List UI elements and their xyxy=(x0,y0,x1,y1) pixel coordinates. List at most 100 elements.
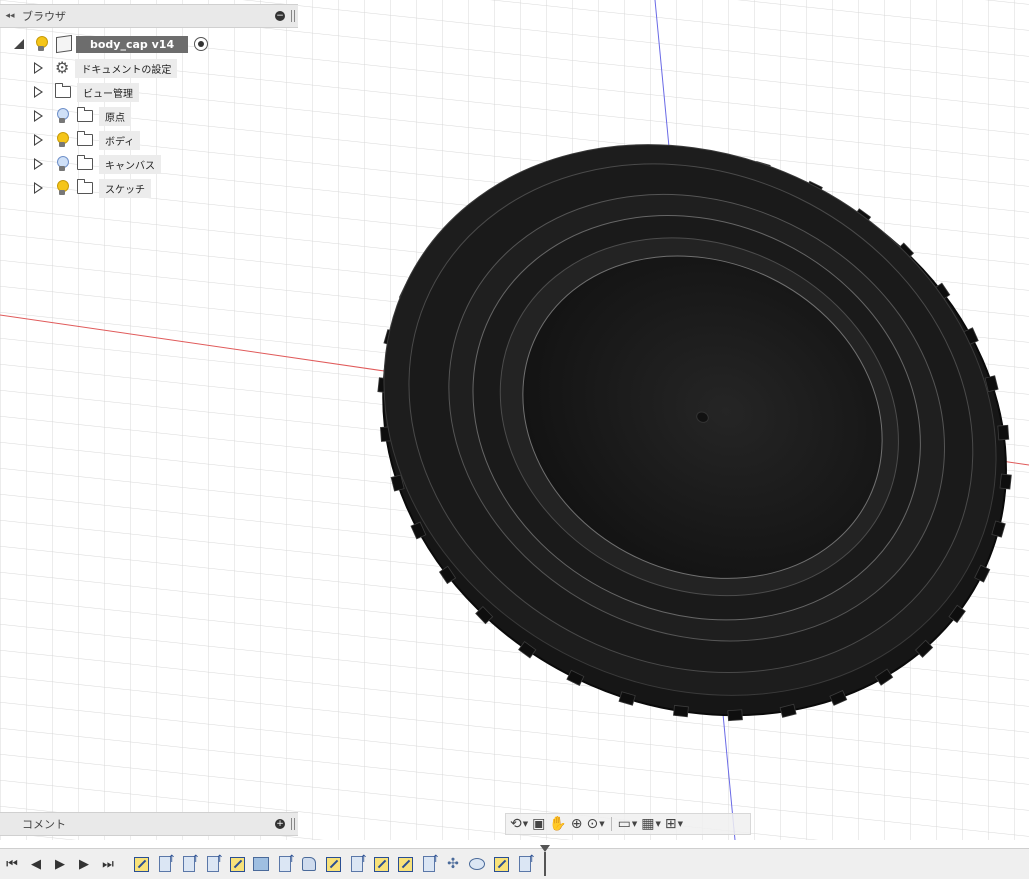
timeline-feature-pattern[interactable]: ✣ xyxy=(442,854,464,874)
document-label[interactable]: body_cap v14 xyxy=(76,35,189,53)
go-to-start-button[interactable]: ⏮ xyxy=(0,852,24,876)
extrude-feature-icon xyxy=(519,854,536,872)
browser-title: ブラウザ xyxy=(22,10,66,23)
zoom-button[interactable]: ⊕ xyxy=(571,816,583,832)
extrude-feature-icon xyxy=(207,854,224,872)
navigation-toolbar: ⟲ ▼ ▣ ✋ ⊕ ⊙ ▼ ▭ ▼ ▦ ▼ ⊞ ▼ xyxy=(505,813,751,835)
timeline-feature-extrude[interactable] xyxy=(418,854,440,874)
visibility-bulb-icon[interactable] xyxy=(55,156,69,172)
extrude-feature-icon xyxy=(279,854,296,872)
viewports-button[interactable]: ⊞ ▼ xyxy=(665,816,683,832)
tree-item-label[interactable]: ドキュメントの設定 xyxy=(75,58,178,78)
knurl-tooth xyxy=(727,709,743,722)
tree-item-label[interactable]: スケッチ xyxy=(99,178,151,198)
tree-item-label[interactable]: ビュー管理 xyxy=(77,82,139,102)
extrude-feature-icon xyxy=(423,854,440,872)
tree-item-label[interactable]: キャンバス xyxy=(99,154,161,174)
timeline-feature-sketch[interactable] xyxy=(490,854,512,874)
tree-row-sketches[interactable]: スケッチ xyxy=(34,178,151,198)
go-to-end-icon: ⏭ xyxy=(102,856,114,872)
timeline-feature-sketch[interactable] xyxy=(322,854,344,874)
knurl-tooth xyxy=(997,424,1010,441)
collapse-panel-icon[interactable]: ◂◂ xyxy=(2,11,18,21)
viewports-icon: ⊞ xyxy=(664,816,677,832)
timeline-feature-extrude[interactable] xyxy=(178,854,200,874)
tree-item-label[interactable]: 原点 xyxy=(99,106,131,126)
visibility-bulb-icon[interactable] xyxy=(34,36,48,52)
pattern-feature-icon: ✣ xyxy=(447,856,459,872)
timeline-marker[interactable] xyxy=(540,845,550,876)
step-back-icon: ◀ xyxy=(31,856,41,872)
play-button[interactable]: ▶ xyxy=(48,852,72,876)
grid-settings-button[interactable]: ▦ ▼ xyxy=(641,816,661,832)
expand-triangle-icon[interactable] xyxy=(34,110,43,122)
tree-row-origin[interactable]: 原点 xyxy=(34,106,131,126)
revolve-feature-icon xyxy=(469,858,485,870)
sketch-feature-icon xyxy=(325,856,341,872)
body-feature-icon xyxy=(302,857,316,871)
timeline-feature-body[interactable] xyxy=(298,854,320,874)
sketch-feature-icon xyxy=(493,856,509,872)
folder-icon xyxy=(77,155,93,170)
expand-triangle-icon[interactable] xyxy=(14,39,24,49)
comments-title: コメント xyxy=(22,818,66,831)
extrude-feature-icon xyxy=(159,854,176,872)
pan-button[interactable]: ✋ xyxy=(549,816,566,832)
step-back-button[interactable]: ◀ xyxy=(24,852,48,876)
panel-grip-icon[interactable] xyxy=(291,818,295,830)
document-cube-icon xyxy=(56,34,72,54)
look-at-icon: ▣ xyxy=(532,816,546,832)
orbit-button[interactable]: ⟲ ▼ xyxy=(510,816,528,832)
timeline-feature-extrude[interactable] xyxy=(274,854,296,874)
expand-triangle-icon[interactable] xyxy=(34,158,43,170)
timeline-feature-revolve[interactable] xyxy=(466,854,488,874)
panel-grip-icon[interactable] xyxy=(291,10,295,22)
expand-triangle-icon[interactable] xyxy=(34,182,43,194)
collapse-browser-button[interactable]: − xyxy=(275,11,285,21)
extrude-feature-icon xyxy=(351,854,368,872)
browser-panel: ◂◂ ブラウザ − body_cap v14 ⚙ ドキュメントの設定 ビュー管理 xyxy=(0,4,298,204)
comments-header: コメント + xyxy=(0,812,298,836)
folder-icon xyxy=(77,179,93,194)
tree-row-document[interactable]: body_cap v14 xyxy=(14,34,209,54)
expand-triangle-icon[interactable] xyxy=(34,134,43,146)
folder-icon xyxy=(77,107,93,122)
go-to-end-button[interactable]: ⏭ xyxy=(96,852,120,876)
sketch-feature-icon xyxy=(133,856,149,872)
knurl-tooth xyxy=(999,473,1012,490)
tree-item-label[interactable]: ボディ xyxy=(99,130,141,150)
play-icon: ▶ xyxy=(55,856,65,872)
tree-row-bodies[interactable]: ボディ xyxy=(34,130,141,150)
pan-icon: ✋ xyxy=(549,816,567,832)
timeline-feature-sketch[interactable] xyxy=(394,854,416,874)
visibility-bulb-icon[interactable] xyxy=(55,108,69,124)
timeline-feature-extrude[interactable] xyxy=(514,854,536,874)
timeline-feature-extrude[interactable] xyxy=(154,854,176,874)
visibility-bulb-icon[interactable] xyxy=(55,132,69,148)
fit-button[interactable]: ⊙ ▼ xyxy=(587,816,605,832)
timeline-feature-canvas[interactable] xyxy=(250,854,272,874)
tree-row-canvases[interactable]: キャンバス xyxy=(34,154,161,174)
zoom-icon: ⊕ xyxy=(570,816,583,832)
toolbar-divider xyxy=(610,817,612,831)
activate-radio-icon[interactable] xyxy=(194,37,209,51)
tree-row-document-settings[interactable]: ⚙ ドキュメントの設定 xyxy=(34,58,178,78)
sketch-feature-icon xyxy=(373,856,389,872)
timeline-feature-extrude[interactable] xyxy=(202,854,224,874)
visibility-bulb-icon[interactable] xyxy=(55,180,69,196)
step-forward-button[interactable]: ▶ xyxy=(72,852,96,876)
look-at-button[interactable]: ▣ xyxy=(532,816,545,832)
timeline-feature-extrude[interactable] xyxy=(346,854,368,874)
sketch-feature-icon xyxy=(397,856,413,872)
expand-triangle-icon[interactable] xyxy=(34,86,43,98)
timeline-feature-sketch[interactable] xyxy=(130,854,152,874)
timeline-feature-sketch[interactable] xyxy=(370,854,392,874)
timeline-features: ✣ xyxy=(130,854,536,874)
go-to-start-icon: ⏮ xyxy=(6,856,18,872)
add-comment-button[interactable]: + xyxy=(275,819,285,829)
tree-row-view-management[interactable]: ビュー管理 xyxy=(34,82,139,102)
fit-icon: ⊙ xyxy=(586,816,599,832)
timeline-feature-sketch[interactable] xyxy=(226,854,248,874)
expand-triangle-icon[interactable] xyxy=(34,62,43,74)
display-settings-button[interactable]: ▭ ▼ xyxy=(618,816,638,832)
